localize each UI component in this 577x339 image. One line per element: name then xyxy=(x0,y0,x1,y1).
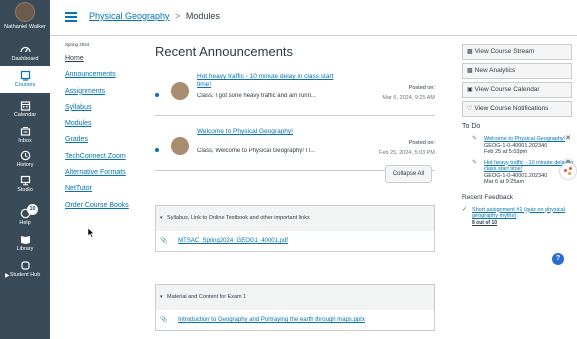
mouse-cursor-icon xyxy=(88,228,95,238)
attachment-icon: 📎 xyxy=(160,317,168,323)
course-nav-techconnect-zoom[interactable]: TechConnect Zoom xyxy=(65,153,155,160)
user-name: Nathaniel Walker xyxy=(4,24,46,30)
avatar xyxy=(15,2,35,22)
view-course-notifications-button[interactable]: ♡ View Course Notifications xyxy=(462,101,572,117)
calendar-icon: ▣ xyxy=(467,87,473,93)
module-item-link[interactable]: MTSAC_Spring2024_GEOG1_40001.pdf xyxy=(178,238,288,244)
module-header[interactable]: ▾ Material and Content for Exam 1 xyxy=(156,285,434,310)
todo-date: Feb 25 at 5:03pm xyxy=(484,149,528,155)
nav-help[interactable]: Help xyxy=(0,208,50,227)
play-icon: ▶ xyxy=(5,273,10,279)
posted-label: Posted on: xyxy=(408,85,435,91)
bell-icon: ♡ xyxy=(467,106,473,112)
course-nav-home[interactable]: Home xyxy=(65,55,155,62)
course-nav-announcements[interactable]: Announcements xyxy=(65,71,155,78)
help-badge: 10 xyxy=(27,204,38,215)
page-header: Physical Geography > Modules xyxy=(50,0,577,36)
author-avatar xyxy=(171,137,189,155)
courses-icon xyxy=(20,70,30,81)
nav-history[interactable]: History xyxy=(0,150,50,169)
attachment-icon: 📎 xyxy=(160,238,168,244)
feedback-score: 8 out of 10 xyxy=(472,219,498,226)
global-nav: Nathaniel Walker Dashboard Courses Calen… xyxy=(0,0,50,339)
account-link[interactable]: Nathaniel Walker xyxy=(0,2,50,31)
course-nav: Spring 2024 Home Announcements Assignmen… xyxy=(65,42,155,218)
dismiss-icon[interactable]: ✕ xyxy=(565,135,571,143)
breadcrumb: Physical Geography > Modules xyxy=(89,11,220,21)
course-nav-grades[interactable]: Grades xyxy=(65,136,155,143)
help-floating-icon[interactable]: ? xyxy=(552,253,564,265)
nav-courses[interactable]: Courses xyxy=(0,66,50,93)
collapse-triangle-icon: ▾ xyxy=(160,215,163,221)
announcement-item: Hot heavy traffic - 10 minute delay in c… xyxy=(155,73,435,116)
todo-link[interactable]: Welcome to Physical Geography! xyxy=(484,136,565,142)
announcement-snippet: Class, Welcome to Physical Geography! I … xyxy=(197,148,316,154)
course-sidebar: ▩ View Course Stream ▩ New Analytics ▣ View… xyxy=(462,44,574,226)
dashboard-icon xyxy=(19,46,31,53)
breadcrumb-separator: > xyxy=(175,11,181,21)
bar-chart-icon: ▩ xyxy=(467,49,473,55)
course-nav-order-course-books[interactable]: Order Course Books xyxy=(65,202,155,209)
library-icon xyxy=(20,236,30,244)
history-icon xyxy=(20,150,30,161)
todo-heading: To Do xyxy=(462,123,481,130)
module-syllabus: ▾ Syllabus, Link to Online Textbook and … xyxy=(155,205,435,252)
recent-feedback-heading: Recent Feedback xyxy=(462,193,513,201)
course-nav-assignments[interactable]: Assignments xyxy=(65,88,155,95)
checkmark-icon: ✓ xyxy=(462,206,468,213)
feedback-link[interactable]: Short assignment #1 (quiz on physical ge… xyxy=(472,207,565,220)
announcement-title-link[interactable]: Hot heavy traffic - 10 minute delay in c… xyxy=(197,73,337,89)
module-item-link[interactable]: Introduction to Geography and Portraying… xyxy=(178,317,365,323)
analytics-icon: ▩ xyxy=(467,68,473,74)
module-header[interactable]: ▾ Syllabus, Link to Online Textbook and … xyxy=(156,206,434,231)
announcement-date: Feb 25, 2024, 5:03 PM xyxy=(379,150,435,156)
unread-dot-icon xyxy=(155,93,159,97)
module-title: Material and Content for Exam 1 xyxy=(167,294,247,300)
nav-studio[interactable]: Studio xyxy=(0,175,50,194)
module-exam-1: ▾ Material and Content for Exam 1 📎 Intr… xyxy=(155,284,435,331)
page-title: Recent Announcements xyxy=(155,44,294,59)
nav-dashboard[interactable]: Dashboard xyxy=(0,44,50,63)
announcement-date: Mar 6, 2024, 9:25 AM xyxy=(382,95,435,101)
course-nav-syllabus[interactable]: Syllabus xyxy=(65,104,155,111)
feedback-item: ✓ Short assignment #1 (quiz on physical … xyxy=(462,207,574,227)
main-content: Recent Announcements Hot heavy traffic -… xyxy=(155,44,435,331)
posted-label: Posted on: xyxy=(408,140,435,146)
studio-icon xyxy=(20,175,30,186)
floating-assistant-button[interactable] xyxy=(560,163,576,179)
todo-item: ✎ Hot heavy traffic - 10 minute delay in… xyxy=(462,159,574,186)
nav-calendar[interactable]: Calendar xyxy=(0,100,50,119)
expand-nav-button[interactable]: ▶ xyxy=(5,272,10,279)
view-course-calendar-button[interactable]: ▣ View Course Calendar xyxy=(462,82,572,98)
course-term: Spring 2024 xyxy=(65,42,90,47)
course-nav-modules[interactable]: Modules xyxy=(65,120,155,127)
view-course-stream-button[interactable]: ▩ View Course Stream xyxy=(462,44,572,60)
announcement-snippet: Class, I got sone heavy traffic and am r… xyxy=(197,93,316,99)
breadcrumb-current: Modules xyxy=(185,11,220,21)
announcement-icon: ✎ xyxy=(472,136,478,142)
todo-item: ✎ Welcome to Physical Geography! GEOG-1-… xyxy=(462,135,574,156)
hamburger-menu-icon[interactable] xyxy=(65,12,77,24)
inbox-icon xyxy=(20,127,30,136)
collapse-all-button[interactable]: Collapse All xyxy=(385,165,432,183)
breadcrumb-course-link[interactable]: Physical Geography xyxy=(89,11,170,21)
module-item: 📎 Introduction to Geography and Portrayi… xyxy=(156,310,434,330)
nav-inbox[interactable]: Inbox xyxy=(0,126,50,145)
todo-date: Mar 6 at 9:25am xyxy=(484,179,525,185)
collapse-triangle-icon: ▾ xyxy=(160,294,163,300)
course-nav-nettutor[interactable]: NetTutor xyxy=(65,185,155,192)
announcement-icon: ✎ xyxy=(472,159,478,166)
course-nav-alternative-formats[interactable]: Alternative Formats xyxy=(65,169,155,176)
unread-dot-icon xyxy=(155,148,159,152)
calendar-icon xyxy=(20,101,30,111)
module-title: Syllabus, Link to Online Textbook and ot… xyxy=(167,215,310,221)
new-analytics-button[interactable]: ▩ New Analytics xyxy=(462,63,572,79)
module-item: 📎 MTSAC_Spring2024_GEOG1_40001.pdf xyxy=(156,231,434,251)
student-hub-icon xyxy=(20,261,30,270)
announcement-title-link[interactable]: Welcome to Physical Geography! xyxy=(197,128,337,136)
nav-library[interactable]: Library xyxy=(0,234,50,253)
author-avatar xyxy=(171,82,189,100)
